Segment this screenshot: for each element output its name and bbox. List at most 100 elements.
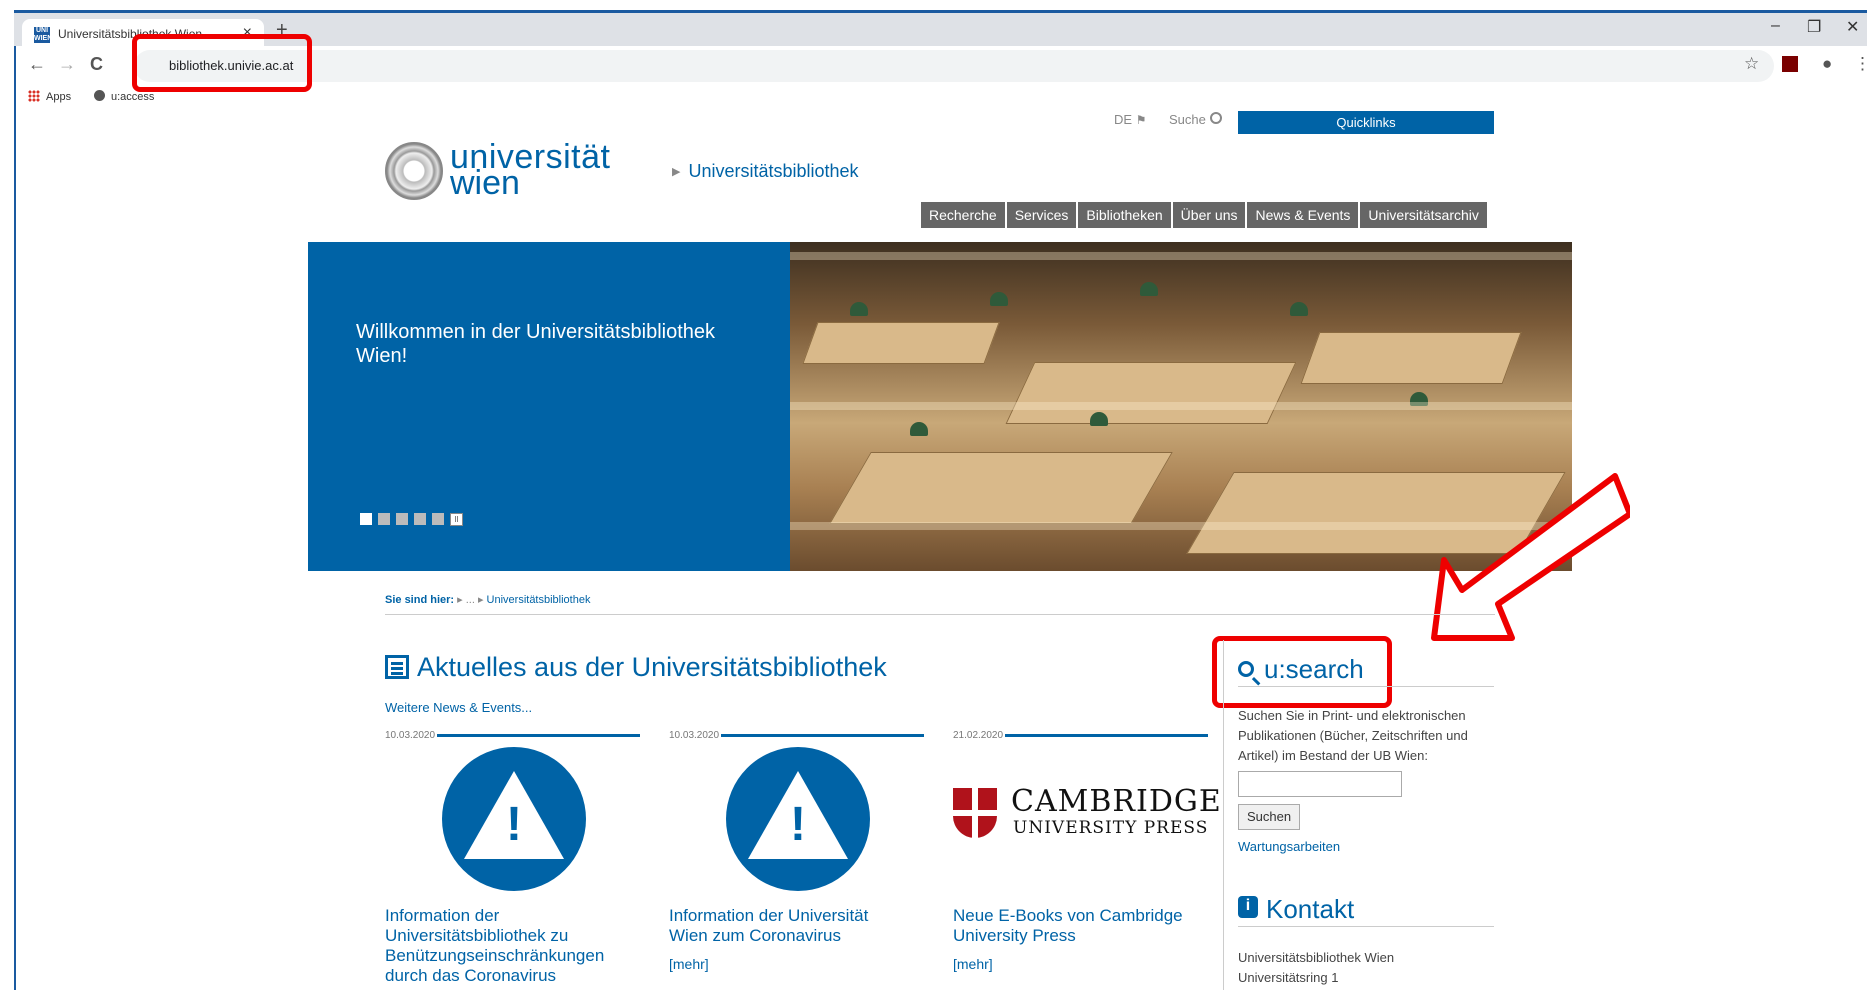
globe-icon bbox=[94, 90, 105, 101]
info-icon bbox=[1238, 896, 1258, 918]
news-heading: Aktuelles aus der Universitätsbibliothek bbox=[385, 652, 887, 683]
divider bbox=[385, 614, 1495, 615]
warning-icon[interactable]: ! bbox=[442, 747, 586, 891]
lamp-icon bbox=[1290, 302, 1308, 316]
exclamation-mark: ! bbox=[506, 798, 522, 851]
search-icon bbox=[1238, 661, 1254, 677]
slider-dots: II bbox=[360, 513, 469, 526]
divider bbox=[1238, 926, 1494, 927]
photo-text-overlay bbox=[790, 402, 1572, 410]
more-news-link[interactable]: Weitere News & Events... bbox=[385, 700, 532, 715]
breadcrumb-separator[interactable]: ▸ ... ▸ bbox=[457, 594, 483, 606]
language-label: DE bbox=[1114, 112, 1133, 127]
address-bar[interactable]: bibliothek.univie.ac.at bbox=[134, 50, 1774, 82]
news-date: 21.02.2020 bbox=[953, 730, 1208, 741]
warning-icon[interactable]: ! bbox=[726, 747, 870, 891]
divider bbox=[1238, 686, 1494, 687]
menu-icon[interactable]: ⋮ bbox=[1854, 54, 1867, 74]
search-button[interactable]: Suchen bbox=[1238, 804, 1301, 830]
lamp-icon bbox=[850, 302, 868, 316]
triangle-right-icon: ▶ bbox=[672, 166, 681, 178]
slider-dot[interactable] bbox=[396, 513, 408, 525]
bookmark-uaccess-label: u:access bbox=[111, 91, 155, 103]
news-heading-label: Aktuelles aus der Universitätsbibliothek bbox=[417, 652, 887, 682]
bookmark-apps[interactable]: Apps bbox=[28, 90, 71, 103]
main-navigation: Recherche Services Bibliotheken Über uns… bbox=[919, 202, 1487, 228]
slider-dot[interactable] bbox=[378, 513, 390, 525]
mehr-link[interactable]: [mehr] bbox=[953, 956, 993, 972]
nav-bibliotheken[interactable]: Bibliotheken bbox=[1078, 202, 1171, 228]
search-icon bbox=[1209, 112, 1222, 124]
photo-desk bbox=[802, 322, 1000, 364]
nav-services[interactable]: Services bbox=[1006, 202, 1077, 228]
lamp-icon bbox=[990, 292, 1008, 306]
news-item: 21.02.2020 CAMBRIDGE UNIVERSITY PRESS Ne… bbox=[953, 730, 1221, 972]
reload-button[interactable]: C bbox=[90, 54, 103, 75]
pause-icon[interactable]: II bbox=[450, 513, 463, 526]
breadcrumb-current[interactable]: Universitätsbibliothek bbox=[487, 594, 591, 606]
site-title-label: Universitätsbibliothek bbox=[688, 161, 859, 181]
nav-ueber-uns[interactable]: Über uns bbox=[1172, 202, 1246, 228]
lamp-icon bbox=[910, 422, 928, 436]
url-highlight-box bbox=[132, 34, 312, 92]
language-switch[interactable]: DE ⚑ bbox=[1114, 112, 1146, 127]
lamp-icon bbox=[1090, 412, 1108, 426]
search-link-label: Suche bbox=[1169, 112, 1206, 127]
kontakt-line: Universitätsbibliothek Wien bbox=[1238, 950, 1395, 965]
news-title[interactable]: Neue E-Books von Cambridge University Pr… bbox=[953, 906, 1193, 946]
kontakt-line: Universitätsring 1 bbox=[1238, 970, 1339, 985]
photo-desk bbox=[1300, 332, 1522, 384]
profile-icon[interactable]: ● bbox=[1822, 54, 1832, 74]
usearch-heading: u:search bbox=[1238, 654, 1364, 685]
nav-news-events[interactable]: News & Events bbox=[1247, 202, 1359, 228]
nav-recherche[interactable]: Recherche bbox=[921, 202, 1005, 228]
lamp-icon bbox=[1140, 282, 1158, 296]
minimize-button[interactable]: – bbox=[1771, 17, 1780, 35]
cambridge-logo-subtext: UNIVERSITY PRESS bbox=[1013, 818, 1209, 838]
slider-dot[interactable] bbox=[432, 513, 444, 525]
cambridge-crest-icon bbox=[953, 788, 997, 838]
maintenance-link[interactable]: Wartungsarbeiten bbox=[1238, 839, 1340, 854]
news-item: 10.03.2020 ! Information der Universität… bbox=[669, 730, 924, 972]
slider-dot[interactable] bbox=[360, 513, 372, 525]
back-button[interactable]: ← bbox=[28, 54, 46, 75]
apps-grid-icon bbox=[28, 90, 40, 102]
bookmark-apps-label: Apps bbox=[46, 91, 72, 103]
sidebar-divider bbox=[1223, 640, 1224, 990]
newspaper-icon bbox=[385, 655, 409, 679]
logo-text-wien: wien bbox=[450, 164, 520, 202]
kontakt-heading: Kontakt bbox=[1238, 894, 1354, 925]
quicklinks-button[interactable]: Quicklinks bbox=[1238, 111, 1494, 134]
bookmark-star-icon[interactable]: ☆ bbox=[1744, 54, 1759, 74]
cambridge-logo[interactable]: CAMBRIDGE UNIVERSITY PRESS bbox=[953, 780, 1221, 840]
site-title[interactable]: ▶ Universitätsbibliothek bbox=[672, 161, 859, 182]
mehr-link[interactable]: [mehr] bbox=[669, 956, 709, 972]
photo-text-overlay bbox=[790, 252, 1572, 260]
forward-button[interactable]: → bbox=[58, 54, 76, 75]
pdf-extension-icon[interactable] bbox=[1782, 56, 1798, 72]
breadcrumb-label: Sie sind hier: bbox=[385, 594, 455, 606]
hero-banner: Willkommen in der Universitätsbibliothek… bbox=[308, 242, 790, 571]
cambridge-logo-text: CAMBRIDGE bbox=[1011, 784, 1222, 819]
annotation-arrow-icon bbox=[1431, 473, 1630, 641]
university-seal-icon bbox=[385, 142, 443, 200]
news-date: 10.03.2020 bbox=[669, 730, 924, 741]
news-title[interactable]: Information der Universitätsbibliothek z… bbox=[385, 906, 625, 986]
favicon-icon: UNI WIEN bbox=[34, 27, 53, 43]
slider-dot[interactable] bbox=[414, 513, 426, 525]
hero-welcome-text: Willkommen in der Universitätsbibliothek… bbox=[356, 321, 716, 367]
exclamation-mark: ! bbox=[790, 798, 806, 851]
usearch-input[interactable] bbox=[1238, 771, 1402, 797]
photo-desk bbox=[829, 452, 1173, 524]
nav-universitaetsarchiv[interactable]: Universitätsarchiv bbox=[1360, 202, 1487, 228]
close-window-button[interactable]: ✕ bbox=[1846, 17, 1859, 37]
breadcrumb: Sie sind hier: ▸ ... ▸ Universitätsbibli… bbox=[385, 593, 590, 606]
browser-window: UNI WIEN Universitätsbibliothek Wien × +… bbox=[0, 0, 1867, 990]
search-link[interactable]: Suche bbox=[1169, 112, 1222, 127]
usearch-heading-label: u:search bbox=[1264, 654, 1364, 684]
news-date: 10.03.2020 bbox=[385, 730, 640, 741]
restore-button[interactable]: ❐ bbox=[1807, 17, 1821, 37]
news-title[interactable]: Information der Universität Wien zum Cor… bbox=[669, 906, 909, 946]
kontakt-heading-label: Kontakt bbox=[1266, 894, 1355, 924]
flag-icon: ⚑ bbox=[1135, 113, 1147, 127]
